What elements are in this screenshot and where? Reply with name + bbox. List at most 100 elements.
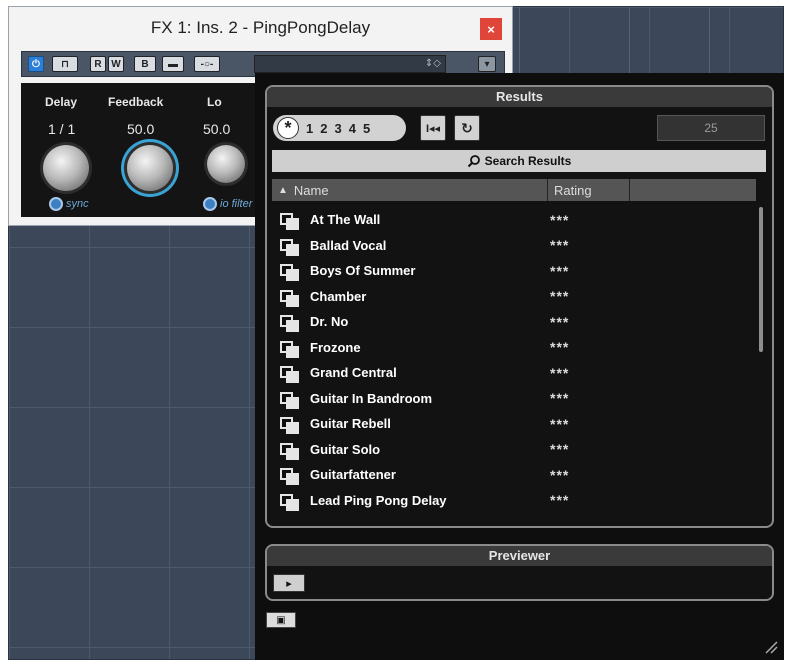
delay-label: Delay bbox=[45, 95, 78, 109]
search-placeholder: Search Results bbox=[484, 154, 572, 168]
item-name: Chamber bbox=[310, 288, 367, 304]
item-name: Ballad Vocal bbox=[310, 237, 387, 253]
item-name: Guitar In Bandroom bbox=[310, 390, 433, 406]
close-button[interactable]: × bbox=[480, 18, 502, 40]
empty-column-header bbox=[630, 179, 756, 201]
list-item[interactable]: At The Wall *** bbox=[272, 207, 756, 233]
rating-filter-1[interactable]: 1 bbox=[306, 121, 313, 136]
sync-results-button[interactable]: ↻ bbox=[454, 115, 480, 141]
preset-icon bbox=[280, 340, 299, 358]
item-name: Boys Of Summer bbox=[310, 263, 416, 279]
item-name: Guitarfattener bbox=[310, 467, 396, 483]
preset-arrows-icon[interactable]: ⇕◇ bbox=[425, 58, 441, 69]
rating-filter[interactable]: * 1 2 3 4 5 bbox=[273, 115, 406, 141]
item-name: Grand Central bbox=[310, 365, 397, 381]
preset-field[interactable]: ⇕◇ bbox=[254, 55, 446, 73]
previewer-play-button[interactable]: ▸ bbox=[273, 574, 305, 592]
window-title: FX 1: Ins. 2 - PingPongDelay bbox=[150, 18, 371, 37]
item-name: Dr. No bbox=[310, 314, 349, 330]
item-rating: *** bbox=[550, 415, 570, 432]
rating-column-header[interactable]: Rating bbox=[548, 179, 630, 201]
rating-filter-3[interactable]: 3 bbox=[334, 121, 341, 136]
feedback-label: Feedback bbox=[108, 95, 164, 109]
item-name: Lead Ping Pong Delay bbox=[310, 492, 447, 508]
filter-switch-icon bbox=[203, 197, 217, 211]
item-rating: *** bbox=[550, 441, 570, 458]
item-rating: *** bbox=[550, 492, 570, 509]
item-rating: *** bbox=[550, 390, 570, 407]
preset-icon bbox=[280, 315, 299, 333]
layout-toggle-button[interactable]: ▣ bbox=[266, 612, 296, 628]
sync-toggle[interactable]: sync bbox=[49, 197, 89, 211]
filter-toggle[interactable]: io filter bbox=[203, 197, 252, 211]
filter-label: io filter bbox=[220, 198, 253, 210]
list-item[interactable]: Dr. No *** bbox=[272, 309, 756, 335]
lo-knob[interactable] bbox=[207, 145, 245, 183]
delay-value: 1 / 1 bbox=[48, 121, 76, 137]
lo-label: Lo bbox=[207, 95, 222, 109]
preset-icon bbox=[280, 391, 299, 409]
item-name: Guitar Solo bbox=[310, 441, 381, 457]
delay-knob[interactable] bbox=[43, 145, 89, 191]
lo-value: 50.0 bbox=[203, 121, 231, 137]
any-rating-icon[interactable]: * bbox=[277, 117, 299, 139]
results-column-header: ▲ Name Rating bbox=[272, 179, 756, 201]
write-automation-button[interactable]: W bbox=[108, 56, 124, 72]
list-item[interactable]: Ballad Vocal *** bbox=[272, 233, 756, 259]
item-rating: *** bbox=[550, 339, 570, 356]
resize-grip-icon[interactable] bbox=[764, 640, 778, 654]
list-item[interactable]: Frozone *** bbox=[272, 335, 756, 361]
name-column-header[interactable]: ▲ Name bbox=[272, 179, 548, 201]
item-name: Frozone bbox=[310, 339, 361, 355]
item-rating: *** bbox=[550, 262, 570, 279]
list-item[interactable]: Guitar Rebell *** bbox=[272, 411, 756, 437]
list-item[interactable]: Chamber *** bbox=[272, 284, 756, 310]
preset-icon bbox=[280, 289, 299, 307]
list-item[interactable]: Guitarfattener *** bbox=[272, 462, 756, 488]
list-item[interactable]: Guitar In Bandroom *** bbox=[272, 386, 756, 412]
rating-column-label: Rating bbox=[554, 182, 592, 198]
preset-icon bbox=[280, 468, 299, 486]
preset-icon bbox=[280, 493, 299, 511]
results-section: Results * 1 2 3 4 5 I◂◂ ↻ 25 Search Resu… bbox=[265, 85, 774, 528]
rating-filter-2[interactable]: 2 bbox=[320, 121, 327, 136]
item-rating: *** bbox=[550, 466, 570, 483]
previewer-title: Previewer bbox=[267, 546, 772, 566]
list-item[interactable]: Lead Ping Pong Delay *** bbox=[272, 488, 756, 514]
feedback-knob[interactable] bbox=[127, 145, 173, 191]
previewer-section: Previewer ▸ bbox=[265, 544, 774, 601]
sync-label: sync bbox=[66, 198, 89, 210]
media-bay-panel: Results * 1 2 3 4 5 I◂◂ ↻ 25 Search Resu… bbox=[255, 73, 784, 660]
item-name: Guitar Rebell bbox=[310, 416, 391, 432]
item-rating: *** bbox=[550, 211, 570, 228]
results-scrollbar[interactable] bbox=[759, 207, 763, 352]
item-rating: *** bbox=[550, 288, 570, 305]
preset-menu-button[interactable]: -○- bbox=[194, 56, 220, 72]
results-list: At The Wall *** Ballad Vocal *** Boys Of S… bbox=[272, 207, 756, 513]
plugin-panel: Delay Feedback Lo 1 / 1 50.0 50.0 sync i… bbox=[21, 83, 269, 217]
power-button[interactable]: ⏻ bbox=[28, 56, 44, 72]
preset-icon bbox=[280, 213, 299, 231]
preset-icon bbox=[280, 417, 299, 435]
preset-icon bbox=[280, 264, 299, 282]
item-rating: *** bbox=[550, 237, 570, 254]
list-item[interactable]: Guitar Solo *** bbox=[272, 437, 756, 463]
preset-icon bbox=[280, 238, 299, 256]
name-column-label: Name bbox=[293, 182, 329, 198]
item-name: At The Wall bbox=[310, 212, 381, 228]
read-automation-button[interactable]: R bbox=[90, 56, 106, 72]
search-results-field[interactable]: Search Results bbox=[272, 150, 766, 172]
bypass-button[interactable]: ⊓ bbox=[52, 56, 78, 72]
copy-settings-button[interactable]: ▬ bbox=[162, 56, 184, 72]
rating-filter-4[interactable]: 4 bbox=[349, 121, 356, 136]
list-item[interactable]: Grand Central *** bbox=[272, 360, 756, 386]
rating-filter-5[interactable]: 5 bbox=[363, 121, 370, 136]
ab-compare-button[interactable]: B bbox=[134, 56, 156, 72]
search-icon bbox=[467, 155, 480, 168]
reset-filter-button[interactable]: I◂◂ bbox=[420, 115, 446, 141]
sort-ascending-icon: ▲ bbox=[278, 184, 288, 196]
sync-switch-icon bbox=[49, 197, 63, 211]
item-rating: *** bbox=[550, 364, 570, 381]
plugin-menu-button[interactable]: ▾ bbox=[478, 56, 496, 72]
list-item[interactable]: Boys Of Summer *** bbox=[272, 258, 756, 284]
